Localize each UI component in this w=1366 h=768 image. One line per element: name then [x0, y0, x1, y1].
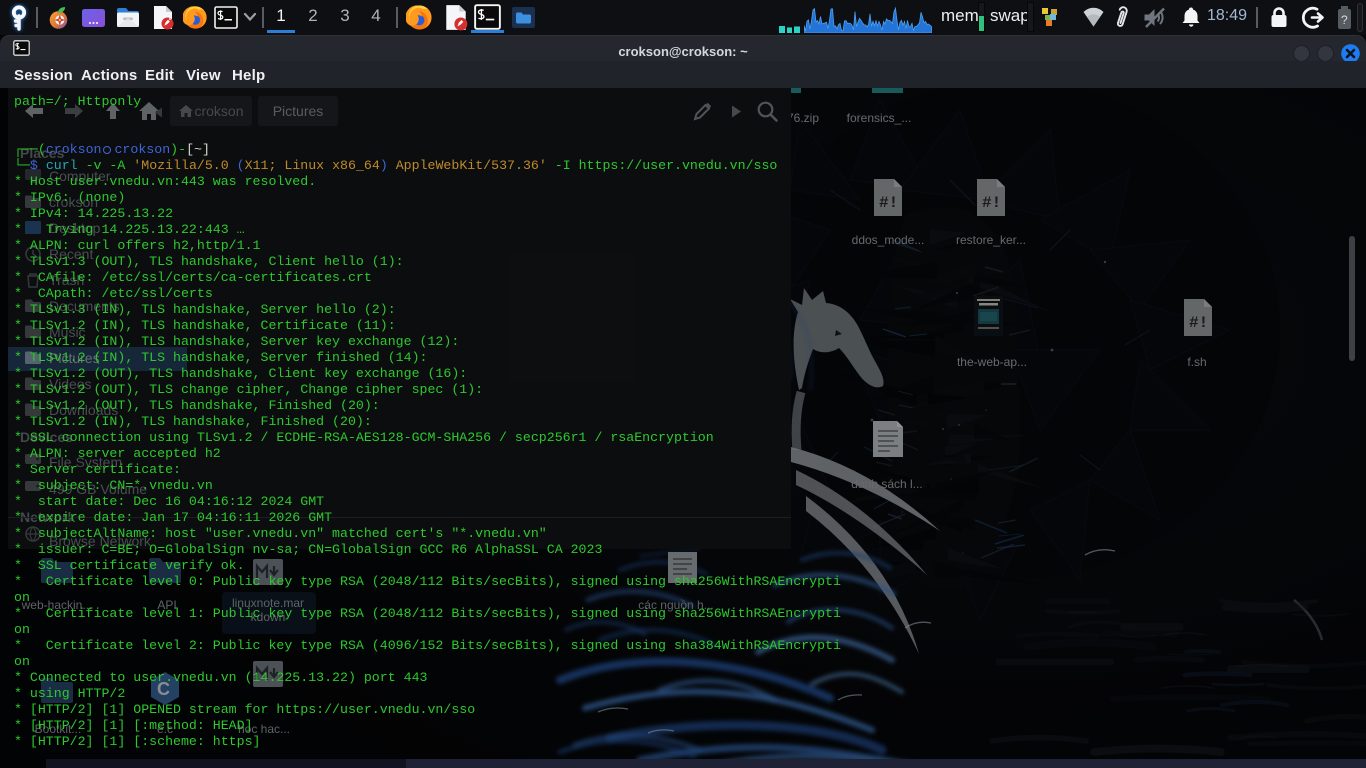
svg-text:?: ?	[1341, 13, 1348, 27]
